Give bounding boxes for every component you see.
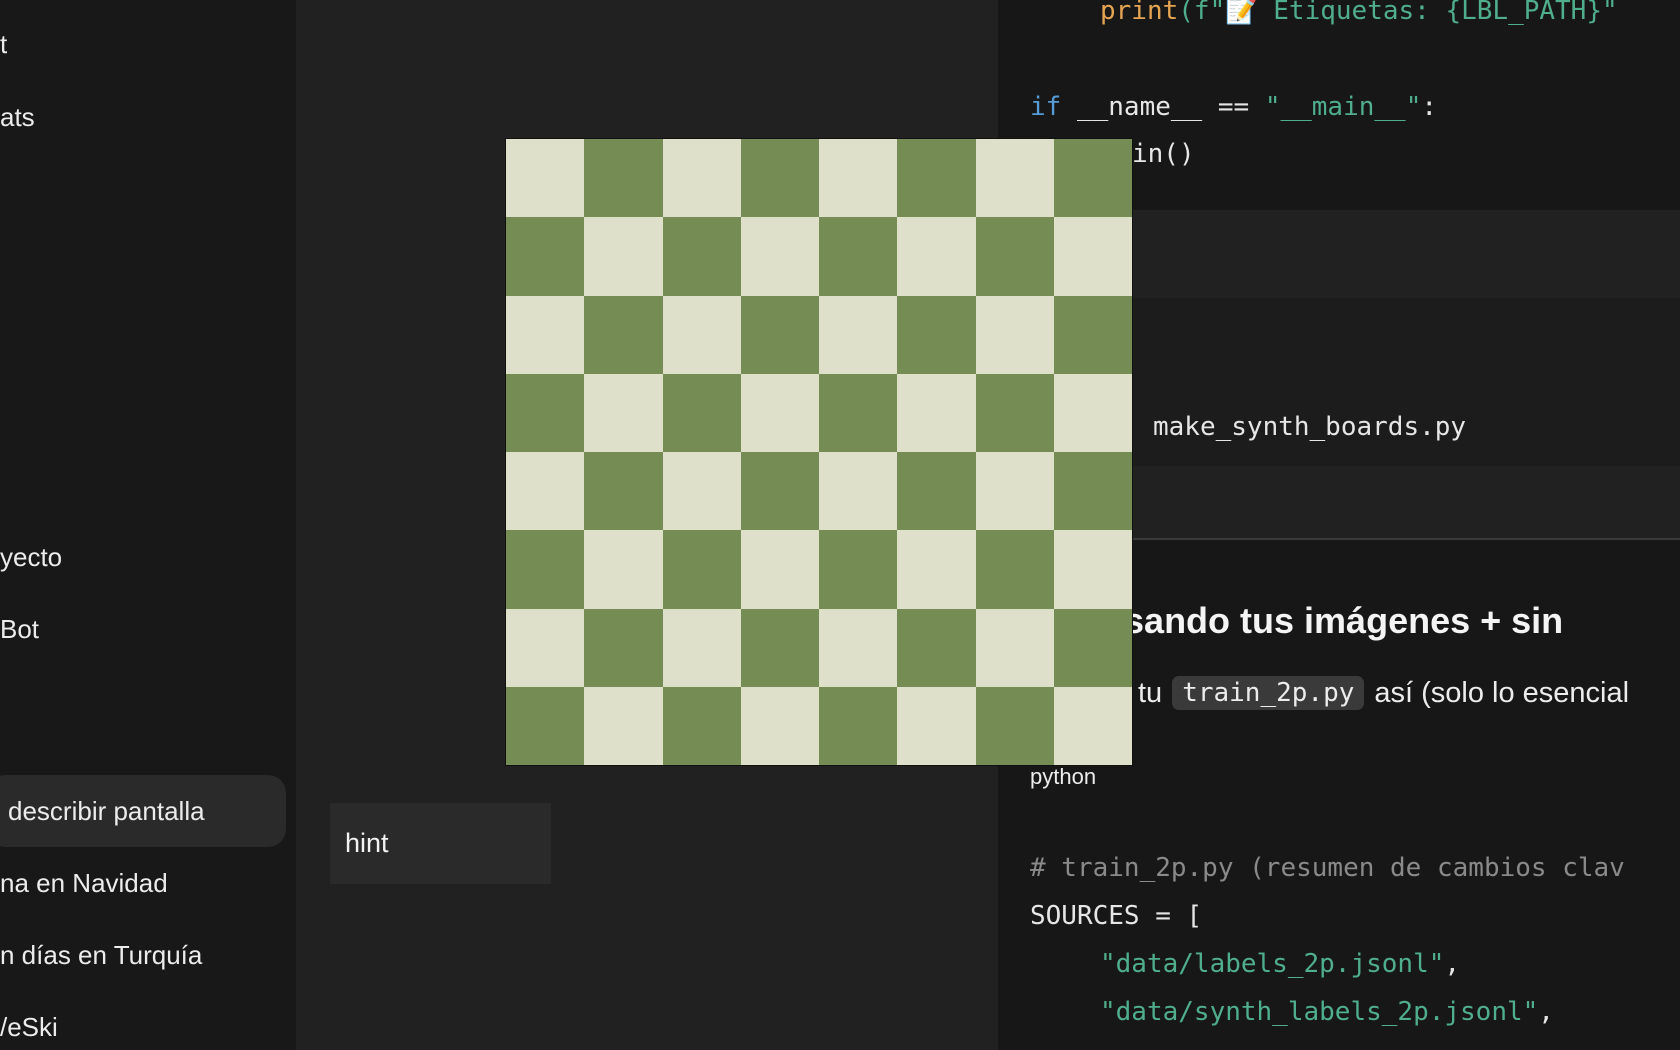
board-square [897, 139, 976, 218]
board-square [506, 530, 585, 609]
board-square [662, 217, 741, 296]
board-square [740, 295, 819, 374]
sidebar-item-0[interactable]: t [0, 8, 286, 80]
board-square [506, 608, 585, 687]
board-square [1053, 452, 1132, 531]
board-square [506, 295, 585, 374]
code-line-if-main: if __name__ == "__main__": [1030, 92, 1438, 122]
sidebar-item-label: n días en Turquía [0, 939, 203, 970]
board-square [662, 530, 741, 609]
sidebar-item-4[interactable]: describir pantalla [0, 775, 286, 847]
sidebar-item-1[interactable]: ats [0, 81, 286, 153]
board-square [897, 217, 976, 296]
board-square [1053, 608, 1132, 687]
board-square [897, 686, 976, 765]
board-square [584, 373, 663, 452]
board-square [819, 139, 898, 218]
sidebar-item-2[interactable]: yecto [0, 521, 286, 593]
board-square [1053, 373, 1132, 452]
sidebar-item-7[interactable]: /eSki [0, 991, 286, 1050]
board-square [897, 608, 976, 687]
board-square [1053, 686, 1132, 765]
board-square [584, 139, 663, 218]
board-square [819, 530, 898, 609]
board-square [662, 373, 741, 452]
board-square [819, 295, 898, 374]
board-square [975, 530, 1054, 609]
board-square [506, 139, 585, 218]
sidebar-item-3[interactable]: Bot [0, 593, 286, 665]
board-square [506, 373, 585, 452]
sidebar-item-label: t [0, 28, 8, 59]
board-square [819, 608, 898, 687]
board-square [819, 373, 898, 452]
board-square [897, 452, 976, 531]
board-square [584, 217, 663, 296]
board-square [506, 217, 585, 296]
board-square [819, 217, 898, 296]
sidebar-item-label: describir pantalla [8, 795, 205, 826]
board-square [662, 139, 741, 218]
board-square [975, 373, 1054, 452]
board-square [740, 530, 819, 609]
sidebar-item-label: /eSki [0, 1011, 58, 1042]
file-name-label: make_synth_boards.py [1153, 412, 1467, 442]
board-square [506, 452, 585, 531]
board-square [740, 608, 819, 687]
board-square [662, 295, 741, 374]
code-line-comment: # train_2p.py (resumen de cambios clav [1030, 853, 1625, 883]
code-line-print: print(f"📝 Etiquetas: {LBL_PATH}" [1100, 0, 1618, 26]
board-square [740, 217, 819, 296]
board-square [975, 452, 1054, 531]
board-square [975, 139, 1054, 218]
paragraph-post: así (solo lo esencial [1374, 676, 1630, 709]
code-line-sources: SOURCES = [ [1030, 901, 1203, 931]
code-line-main-call: in() [1132, 139, 1195, 169]
board-square [1053, 530, 1132, 609]
board-square [975, 608, 1054, 687]
board-square [1053, 295, 1132, 374]
inline-code-train: train_2p.py [1172, 676, 1365, 710]
board-square [897, 530, 976, 609]
sidebar: t ats yecto Bot describir pantalla na en Navi… [0, 0, 296, 1050]
board-square [1053, 139, 1132, 218]
board-square [897, 295, 976, 374]
board-square [740, 373, 819, 452]
sidebar-item-6[interactable]: n días en Turquía [0, 919, 286, 991]
hint-button[interactable]: hint [330, 803, 551, 884]
board-square [584, 452, 663, 531]
code-language-label: python [1030, 764, 1097, 789]
app-window: t ats yecto Bot describir pantalla na en Navi… [0, 0, 1680, 1050]
board-square [975, 295, 1054, 374]
board-square [819, 452, 898, 531]
board-square [740, 452, 819, 531]
board-square [740, 139, 819, 218]
sidebar-item-label: yecto [0, 541, 63, 572]
hint-label: hint [345, 828, 389, 858]
board-square [506, 686, 585, 765]
board-square [975, 686, 1054, 765]
sidebar-item-label: na en Navidad [0, 867, 168, 898]
board-square [1053, 217, 1132, 296]
board-square [584, 530, 663, 609]
code-line-source-1: "data/labels_2p.jsonl", [1100, 949, 1461, 979]
sidebar-item-5[interactable]: na en Navidad [0, 847, 286, 919]
board-square [662, 452, 741, 531]
code-line-source-2: "data/synth_labels_2p.jsonl", [1100, 997, 1554, 1027]
board-square [662, 608, 741, 687]
board-square [584, 608, 663, 687]
board-square [897, 373, 976, 452]
board-square [740, 686, 819, 765]
board-square [584, 295, 663, 374]
sidebar-item-label: ats [0, 101, 35, 132]
paragraph-pre: tu [1138, 676, 1163, 709]
sidebar-item-label: Bot [0, 613, 40, 644]
chessboard-image [506, 139, 1132, 765]
board-square [662, 686, 741, 765]
board-square [975, 217, 1054, 296]
board-square [584, 686, 663, 765]
board-square [819, 686, 898, 765]
